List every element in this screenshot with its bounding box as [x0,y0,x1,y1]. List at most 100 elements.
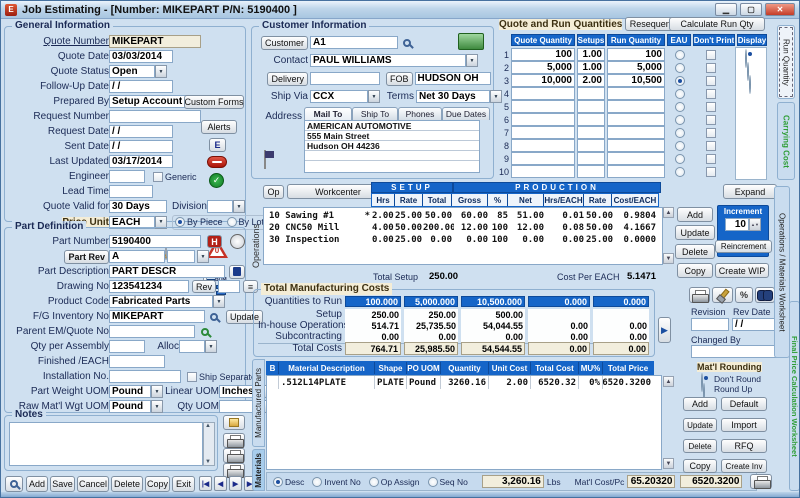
quote-qty-field[interactable] [511,152,575,165]
quote-qty-field[interactable] [511,100,575,113]
dont-print-checkbox[interactable] [706,50,716,60]
part-number-field[interactable]: 5190400 [109,235,201,248]
eau-radio[interactable] [675,102,685,112]
save-button[interactable]: Save [50,476,75,492]
lead-time-field[interactable] [109,185,153,198]
eau-radio[interactable] [675,76,685,86]
drawing-rev-field[interactable] [218,280,240,293]
setups-field[interactable] [577,87,605,100]
invent-no-radio[interactable] [312,477,322,487]
print-costs-icon[interactable] [689,287,710,303]
material-delete-button[interactable]: Delete [683,439,717,453]
material-b[interactable] [267,376,279,389]
seq-no-radio[interactable] [428,477,438,487]
part-description-field[interactable]: PART DESCR [109,265,225,278]
dont-print-checkbox[interactable] [706,128,716,138]
percent-icon[interactable]: % [735,287,753,303]
red-status-icon[interactable] [207,156,227,168]
next-record-icon[interactable]: ▶ [229,476,242,491]
notes-textarea[interactable] [9,422,203,466]
setups-field[interactable] [577,113,605,126]
division-field[interactable] [207,200,233,213]
calculate-run-qty-button[interactable]: Calculate Run Qty [669,17,765,31]
delivery-button[interactable]: Delivery [267,72,308,86]
quote-valid-field[interactable]: 30 Days [109,200,167,213]
ship-separately-checkbox[interactable] [187,372,197,382]
quote-qty-field[interactable] [511,126,575,139]
setups-field[interactable] [577,139,605,152]
eau-radio[interactable] [675,63,685,73]
dont-print-checkbox[interactable] [706,167,716,177]
search-icon-button[interactable] [5,476,23,492]
materials-table[interactable]: .512L14PLATE PLATE Pound 3260.16 2.00 65… [266,375,662,470]
run-qty-field[interactable]: 10,500 [607,74,665,87]
ship-via-field[interactable]: CCX [310,90,368,103]
ops-add-button[interactable]: Add [677,207,713,222]
customer-credit-icon[interactable] [458,33,484,50]
setups-field[interactable]: 1.00 [577,61,605,74]
materials-scroll-up-icon[interactable]: ▲ [663,376,674,387]
contact-field[interactable]: PAUL WILLIAMS [310,54,466,67]
dont-print-checkbox[interactable] [706,141,716,151]
run-qty-field[interactable] [607,100,665,113]
part-rev-dropdown[interactable]: ▼ [197,250,209,263]
setups-field[interactable] [577,165,605,178]
e-button[interactable]: E [209,138,226,152]
quote-status-field[interactable]: Open [109,65,155,78]
run-qty-field[interactable] [607,87,665,100]
dont-print-checkbox[interactable] [706,102,716,112]
eau-radio[interactable] [675,115,685,125]
by-lot-radio[interactable] [227,217,237,227]
alloc-field[interactable] [179,340,205,353]
quote-qty-field[interactable]: 100 [511,48,575,61]
changed-by-field[interactable] [691,345,778,358]
tab-manufactured-parts[interactable]: Manufactured Parts [252,359,265,447]
tab-operations-materials-worksheet[interactable]: Operations / Materials Worksheet [774,186,790,358]
part-rev-field[interactable]: A [109,250,165,263]
installation-no-field[interactable] [109,370,181,383]
binoculars-icon[interactable] [755,287,775,303]
h-button[interactable]: H [207,235,222,248]
rev-date-field[interactable]: / / [732,318,778,331]
alerts-button[interactable]: Alerts [201,120,237,134]
eau-radio[interactable] [675,154,685,164]
raw-matl-uom-dropdown[interactable]: ▼ [151,400,163,413]
request-number-field[interactable] [109,110,201,123]
run-qty-field[interactable] [607,139,665,152]
quote-status-dropdown[interactable]: ▼ [155,65,167,78]
fg-inventory-field[interactable]: MIKEPART [109,310,205,323]
dont-print-checkbox[interactable] [706,89,716,99]
setups-field[interactable] [577,100,605,113]
tab-phones[interactable]: Phones [398,107,442,120]
ops-delete-button[interactable]: Delete [675,244,715,259]
minimize-button[interactable]: ▁ [715,3,737,16]
product-code-field[interactable]: Fabricated Parts [109,295,213,308]
follow-up-date-field[interactable]: / / [109,80,173,93]
circle-icon[interactable] [230,234,245,249]
scroll-up-icon[interactable]: ▲ [205,423,211,429]
request-date-field[interactable]: / / [109,125,173,138]
drawing-rev-button[interactable]: Rev [192,280,216,293]
product-code-dropdown[interactable]: ▼ [213,295,225,308]
quote-qty-field[interactable]: 10,000 [511,74,575,87]
create-wip-button[interactable]: Create WIP [715,263,769,278]
spec-book-icon[interactable] [229,265,245,279]
custom-forms-button[interactable]: Custom Forms [184,95,244,109]
run-qty-field[interactable]: 5,000 [607,61,665,74]
part-weight-uom-dropdown[interactable]: ▼ [151,385,163,398]
copy-button[interactable]: Copy [145,476,170,492]
parent-em-search-icon[interactable] [201,328,209,336]
material-row[interactable]: .512L14PLATE PLATE Pound 3260.16 2.00 65… [267,376,661,389]
parent-em-field[interactable] [109,325,195,338]
alloc-dropdown[interactable]: ▼ [205,340,217,353]
ship-via-dropdown[interactable]: ▼ [368,90,380,103]
fob-button[interactable]: FOB [386,72,413,86]
by-piece-radio[interactable] [175,217,185,227]
delivery-field[interactable] [310,72,380,85]
run-qty-field[interactable] [607,126,665,139]
run-qty-field[interactable] [607,113,665,126]
engineer-field[interactable] [109,170,145,183]
notes-scrollbar[interactable]: ▲ ▼ [203,422,215,466]
quote-qty-field[interactable] [511,113,575,126]
fg-inventory-search-icon[interactable] [210,313,218,321]
